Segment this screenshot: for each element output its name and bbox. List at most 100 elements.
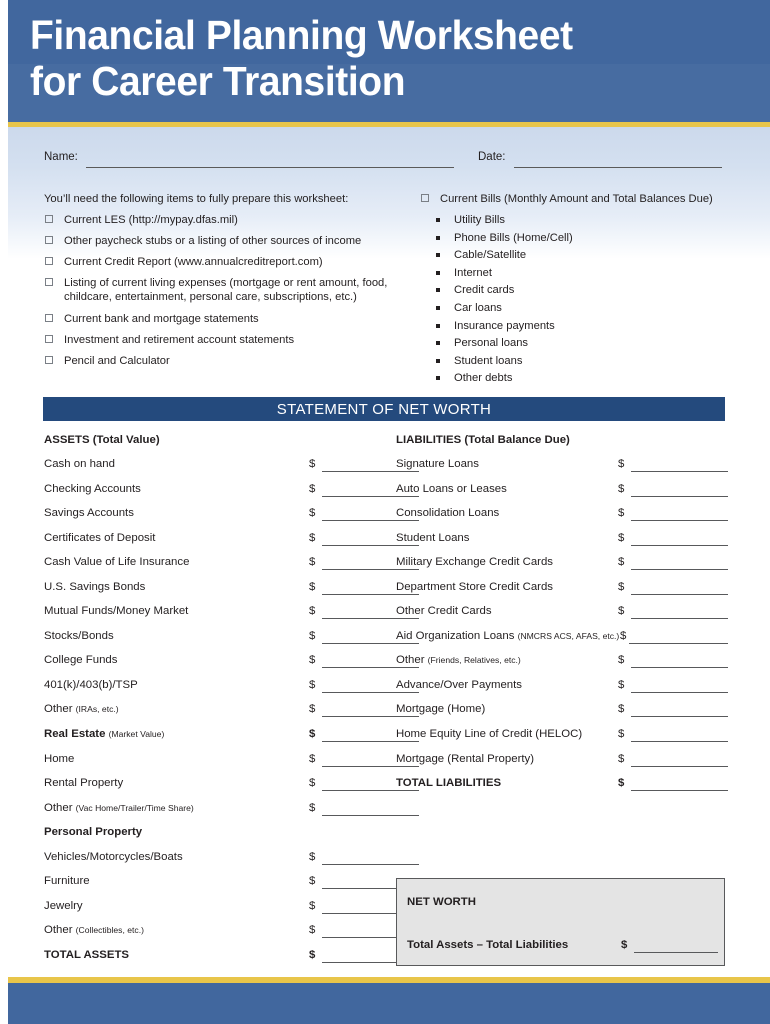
- asset-row-label-note: (Collectibles, etc.): [75, 925, 144, 936]
- asset-row-label: Cash Value of Life Insurance: [44, 556, 189, 568]
- liability-row-input[interactable]: [631, 716, 728, 718]
- asset-row: Checking Accounts $: [44, 483, 419, 508]
- statement-section-bar: STATEMENT OF NET WORTH: [43, 397, 725, 421]
- asset-row-input[interactable]: [322, 814, 419, 816]
- checkbox-icon[interactable]: [45, 257, 53, 265]
- liability-row-input[interactable]: [631, 544, 728, 546]
- liability-row-input[interactable]: [631, 741, 728, 743]
- currency-symbol: $: [309, 507, 316, 520]
- prep-checklist-item[interactable]: Investment and retirement account statem…: [44, 333, 394, 347]
- asset-row-label: Other (Vac Home/Trailer/Time Share): [44, 802, 194, 814]
- prep-checklist-intro: You’ll need the following items to fully…: [44, 193, 349, 205]
- currency-symbol: $: [309, 924, 316, 937]
- asset-row-label: TOTAL ASSETS: [44, 949, 129, 961]
- footer-band: [8, 983, 770, 1024]
- liability-row-input[interactable]: [631, 593, 728, 595]
- asset-row-label: Checking Accounts: [44, 483, 141, 495]
- liability-row-label-main: Aid Organization Loans: [396, 629, 518, 642]
- liability-row: Advance/Over Payments $: [396, 679, 730, 704]
- asset-row: Furniture $: [44, 875, 419, 900]
- liability-row: Auto Loans or Leases $: [396, 483, 730, 508]
- asset-row-label-main: Mutual Funds/Money Market: [44, 605, 189, 618]
- liability-row-input[interactable]: [631, 618, 728, 620]
- liability-row-label-main: Advance/Over Payments: [396, 678, 522, 691]
- liability-row-label: Home Equity Line of Credit (HELOC): [396, 728, 582, 740]
- asset-row: Cash Value of Life Insurance $: [44, 556, 419, 581]
- checkbox-icon[interactable]: [45, 278, 53, 286]
- bills-checklist-item-label: Student loans: [454, 354, 523, 367]
- liability-row-input[interactable]: [629, 642, 728, 644]
- asset-row-label-main: Real Estate: [44, 728, 109, 741]
- checkbox-icon[interactable]: [421, 194, 429, 202]
- prep-checklist-item[interactable]: Listing of current living expenses (mort…: [44, 276, 394, 304]
- currency-symbol: $: [618, 703, 625, 716]
- currency-symbol: $: [309, 850, 316, 863]
- asset-row-label-main: Personal Property: [44, 826, 143, 839]
- asset-row-label: Personal Property: [44, 826, 142, 838]
- asset-row-label: Furniture: [44, 875, 90, 887]
- currency-symbol: $: [309, 605, 316, 618]
- liability-row: Military Exchange Credit Cards $: [396, 556, 730, 581]
- checkbox-icon[interactable]: [45, 314, 53, 322]
- liability-row: Other Credit Cards $: [396, 605, 730, 630]
- bills-checklist-item: Phone Bills (Home/Cell): [420, 231, 740, 245]
- asset-row: Savings Accounts $: [44, 507, 419, 532]
- bills-checklist-item-label: Other debts: [454, 372, 513, 385]
- prep-checklist-item[interactable]: Current bank and mortgage statements: [44, 312, 394, 326]
- asset-row-label-main: Other: [44, 801, 76, 814]
- liability-row-input[interactable]: [631, 790, 728, 792]
- liability-row-label-main: Other Credit Cards: [396, 605, 492, 618]
- liability-row-input[interactable]: [631, 569, 728, 571]
- currency-symbol: $: [309, 703, 316, 716]
- square-bullet-icon: [436, 253, 440, 258]
- liability-row-label: Aid Organization Loans (NMCRS ACS, AFAS,…: [396, 630, 619, 642]
- liability-row-input[interactable]: [631, 765, 728, 767]
- asset-row: Real Estate (Market Value) $: [44, 728, 419, 753]
- liability-row: Consolidation Loans $: [396, 507, 730, 532]
- bills-checklist-heading-row[interactable]: Current Bills (Monthly Amount and Total …: [420, 192, 740, 206]
- asset-row-label: Other (Collectibles, etc.): [44, 924, 144, 936]
- currency-symbol: $: [618, 605, 625, 618]
- liability-row-input[interactable]: [631, 667, 728, 669]
- bills-checklist: Current Bills (Monthly Amount and Total …: [420, 192, 740, 389]
- currency-symbol: $: [618, 482, 625, 495]
- liability-row-input[interactable]: [631, 495, 728, 497]
- currency-symbol: $: [309, 801, 316, 814]
- prep-checklist-item[interactable]: Current Credit Report (www.annualcreditr…: [44, 255, 394, 269]
- liabilities-rows: Signature Loans $ Auto Loans or Leases $ Con…: [396, 458, 730, 802]
- currency-symbol: $: [309, 777, 316, 790]
- checkbox-icon[interactable]: [45, 236, 53, 244]
- checkbox-icon[interactable]: [45, 215, 53, 223]
- currency-symbol: $: [618, 458, 625, 470]
- bills-checklist-item-label: Phone Bills (Home/Cell): [454, 231, 573, 244]
- asset-row-input[interactable]: [322, 863, 419, 865]
- asset-row-label-note: (Market Value): [108, 729, 165, 740]
- liability-row-input[interactable]: [631, 471, 728, 472]
- square-bullet-icon: [436, 270, 440, 275]
- liability-row: Other (Friends, Relatives, etc.) $: [396, 654, 730, 679]
- name-input[interactable]: [86, 167, 454, 168]
- prep-checklist-item[interactable]: Pencil and Calculator: [44, 354, 394, 368]
- prep-checklist-item[interactable]: Other paycheck stubs or a listing of oth…: [44, 234, 394, 248]
- liability-row-input[interactable]: [631, 520, 728, 522]
- bills-checklist-item-label: Internet: [454, 266, 492, 279]
- checkbox-icon[interactable]: [45, 335, 53, 343]
- currency-symbol: $: [618, 507, 625, 520]
- liability-row-label-main: Signature Loans: [396, 458, 479, 470]
- liability-row-input[interactable]: [631, 691, 728, 693]
- asset-row-label: Jewelry: [44, 900, 83, 912]
- prep-checklist-item[interactable]: Current LES (http://mypay.dfas.mil): [44, 213, 394, 227]
- asset-row-label: Vehicles/Motorcycles/Boats: [44, 851, 183, 863]
- square-bullet-icon: [436, 235, 440, 240]
- square-bullet-icon: [436, 376, 440, 381]
- currency-symbol: $: [309, 458, 316, 470]
- checkbox-icon[interactable]: [45, 356, 53, 364]
- liability-row-label-main: Mortgage (Home): [396, 703, 486, 716]
- net-worth-input[interactable]: [634, 952, 718, 953]
- date-input[interactable]: [514, 167, 722, 168]
- asset-row-label-main: Rental Property: [44, 777, 124, 790]
- square-bullet-icon: [436, 341, 440, 346]
- liability-row: Department Store Credit Cards $: [396, 581, 730, 606]
- asset-row-label-main: TOTAL ASSETS: [44, 948, 130, 961]
- liability-row-label: Mortgage (Rental Property): [396, 753, 534, 765]
